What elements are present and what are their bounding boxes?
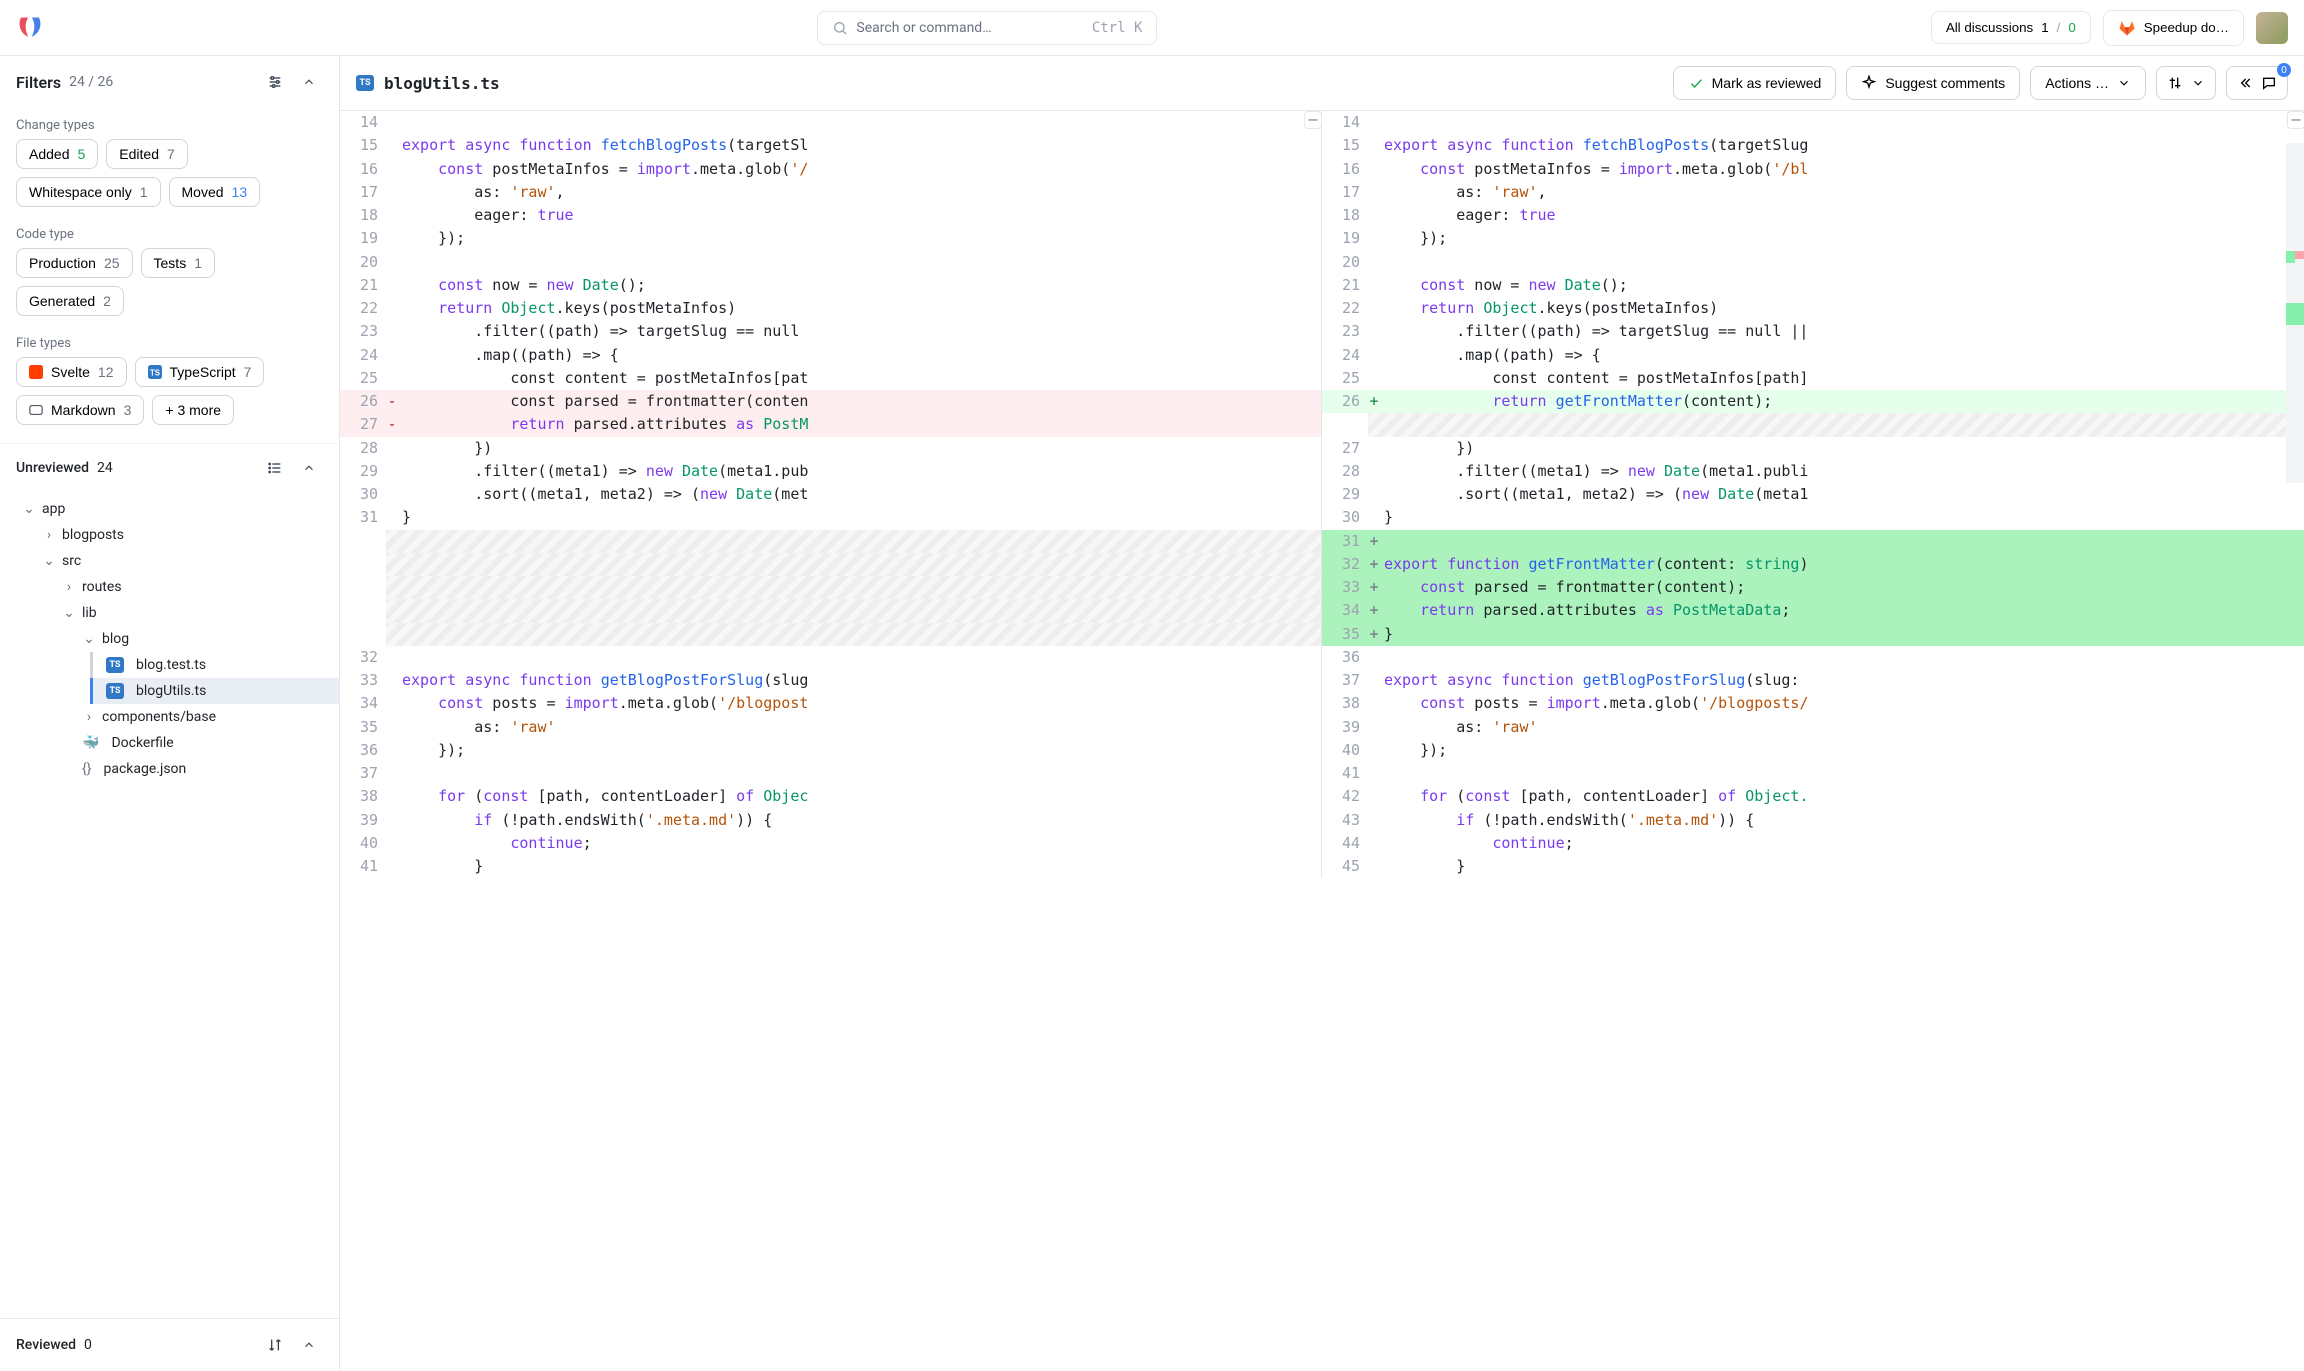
chip-typescript[interactable]: TSTypeScript7 bbox=[135, 357, 265, 387]
tree-folder-components-base[interactable]: ›components/base bbox=[0, 704, 339, 730]
diff-pane-right: — 14 15 export async function fetchBlogP… bbox=[1322, 111, 2304, 878]
all-discussions-button[interactable]: All discussions 1 / 0 bbox=[1931, 11, 2091, 44]
reviewed-count: 0 bbox=[84, 1337, 92, 1353]
file-types-label: File types bbox=[16, 336, 323, 351]
svelte-icon bbox=[29, 365, 43, 379]
collapse-right-icon bbox=[2237, 75, 2253, 91]
chip-svelte[interactable]: Svelte12 bbox=[16, 357, 127, 387]
chip-generated[interactable]: Generated2 bbox=[16, 286, 124, 316]
mr-label: Speedup do… bbox=[2144, 20, 2229, 35]
chip-markdown[interactable]: Markdown3 bbox=[16, 395, 144, 425]
tree-file-blog-test[interactable]: TSblog.test.ts bbox=[90, 652, 339, 678]
tree-file-package-json[interactable]: ›{}package.json bbox=[0, 756, 339, 782]
app-logo bbox=[16, 14, 44, 42]
chevron-down-icon bbox=[2117, 76, 2131, 90]
tree-folder-lib[interactable]: ⌄lib bbox=[0, 600, 339, 626]
suggest-comments-button[interactable]: Suggest comments bbox=[1846, 66, 2020, 100]
unreviewed-count: 24 bbox=[97, 460, 113, 476]
unreviewed-title: Unreviewed bbox=[16, 460, 89, 476]
chevron-down-icon: ⌄ bbox=[82, 631, 96, 647]
file-tree: ⌄app ›blogposts ⌄src ›routes ⌄lib ⌄blog … bbox=[0, 492, 339, 798]
typescript-icon: TS bbox=[106, 657, 124, 673]
topbar: Search or command… Ctrl K All discussion… bbox=[0, 0, 2304, 56]
minimap[interactable] bbox=[2286, 143, 2304, 483]
sort-icon bbox=[267, 1337, 283, 1353]
chip-whitespace[interactable]: Whitespace only1 bbox=[16, 177, 161, 207]
filter-settings-button[interactable] bbox=[261, 68, 289, 96]
discussion-count-b: 0 bbox=[2068, 20, 2075, 35]
tree-file-blog-utils[interactable]: TSblogUtils.ts bbox=[90, 678, 339, 704]
chevron-right-icon: › bbox=[62, 579, 76, 595]
file-header: TS blogUtils.ts Mark as reviewed Suggest… bbox=[340, 56, 2304, 111]
chevron-down-icon: ⌄ bbox=[42, 553, 56, 569]
tree-folder-src[interactable]: ⌄src bbox=[0, 548, 339, 574]
svg-text:TS: TS bbox=[149, 369, 159, 378]
comment-icon bbox=[2261, 75, 2277, 91]
reviewed-collapse-button[interactable] bbox=[295, 1331, 323, 1359]
search-input[interactable]: Search or command… Ctrl K bbox=[817, 11, 1157, 45]
collapse-handle-left[interactable]: — bbox=[1304, 111, 1322, 129]
filters-title: Filters bbox=[16, 73, 61, 92]
reviewed-sort-button[interactable] bbox=[261, 1331, 289, 1359]
sparkle-icon bbox=[1861, 75, 1877, 91]
tree-folder-app[interactable]: ⌄app bbox=[0, 496, 339, 522]
search-icon bbox=[832, 20, 848, 36]
docker-icon: 🐳 bbox=[82, 735, 99, 751]
chevron-right-icon: › bbox=[42, 527, 56, 543]
typescript-icon: TS bbox=[106, 683, 124, 699]
markdown-icon bbox=[29, 403, 43, 417]
gitlab-icon bbox=[2118, 19, 2136, 37]
tree-file-dockerfile[interactable]: ›🐳Dockerfile bbox=[0, 730, 339, 756]
chevron-down-icon: ⌄ bbox=[22, 501, 36, 517]
compare-icon bbox=[2167, 75, 2183, 91]
chip-added[interactable]: Added5 bbox=[16, 139, 98, 169]
chevron-up-icon bbox=[302, 1338, 316, 1352]
merge-request-button[interactable]: Speedup do… bbox=[2103, 10, 2244, 46]
all-discussions-label: All discussions bbox=[1946, 20, 2033, 35]
chip-more[interactable]: + 3 more bbox=[152, 395, 234, 425]
comment-count: 0 bbox=[2277, 63, 2291, 77]
code-type-label: Code type bbox=[16, 227, 323, 242]
diff-view[interactable]: — 14 15 export async function fetchBlogP… bbox=[340, 111, 2304, 1371]
collapse-handle-right[interactable]: — bbox=[2287, 111, 2304, 129]
chevron-up-icon bbox=[302, 461, 316, 475]
sidebar: Filters 24 / 26 Change types Added5 Edit… bbox=[0, 56, 340, 1371]
avatar[interactable] bbox=[2256, 12, 2288, 44]
chip-tests[interactable]: Tests1 bbox=[141, 248, 215, 278]
chip-production[interactable]: Production25 bbox=[16, 248, 133, 278]
discussion-count-a: 1 bbox=[2041, 20, 2048, 35]
typescript-icon: TS bbox=[148, 365, 162, 379]
tree-folder-routes[interactable]: ›routes bbox=[0, 574, 339, 600]
chevron-down-icon bbox=[2191, 76, 2205, 90]
unreviewed-collapse-button[interactable] bbox=[295, 454, 323, 482]
json-icon: {} bbox=[82, 761, 91, 777]
change-types-label: Change types bbox=[16, 118, 323, 133]
tree-view-button[interactable] bbox=[261, 454, 289, 482]
view-options-button[interactable] bbox=[2156, 66, 2216, 100]
sliders-icon bbox=[267, 74, 283, 90]
filters-count: 24 / 26 bbox=[69, 74, 113, 90]
check-icon bbox=[1688, 75, 1704, 91]
tree-folder-blogposts[interactable]: ›blogposts bbox=[0, 522, 339, 548]
comments-panel-button[interactable]: 0 bbox=[2226, 66, 2288, 100]
typescript-icon: TS bbox=[356, 75, 374, 91]
filters-collapse-button[interactable] bbox=[295, 68, 323, 96]
file-name: blogUtils.ts bbox=[384, 74, 500, 93]
reviewed-title: Reviewed bbox=[16, 1337, 76, 1353]
tree-folder-blog[interactable]: ⌄blog bbox=[0, 626, 339, 652]
chevron-up-icon bbox=[302, 75, 316, 89]
chevron-down-icon: ⌄ bbox=[62, 605, 76, 621]
actions-button[interactable]: Actions … bbox=[2030, 66, 2146, 100]
chevron-right-icon: › bbox=[82, 709, 96, 725]
search-placeholder: Search or command… bbox=[856, 20, 991, 36]
list-icon bbox=[267, 460, 283, 476]
chip-edited[interactable]: Edited7 bbox=[106, 139, 188, 169]
search-shortcut: Ctrl K bbox=[1092, 20, 1143, 36]
mark-reviewed-button[interactable]: Mark as reviewed bbox=[1673, 66, 1837, 100]
diff-pane-left: — 14 15 export async function fetchBlogP… bbox=[340, 111, 1322, 878]
chip-moved[interactable]: Moved13 bbox=[169, 177, 261, 207]
